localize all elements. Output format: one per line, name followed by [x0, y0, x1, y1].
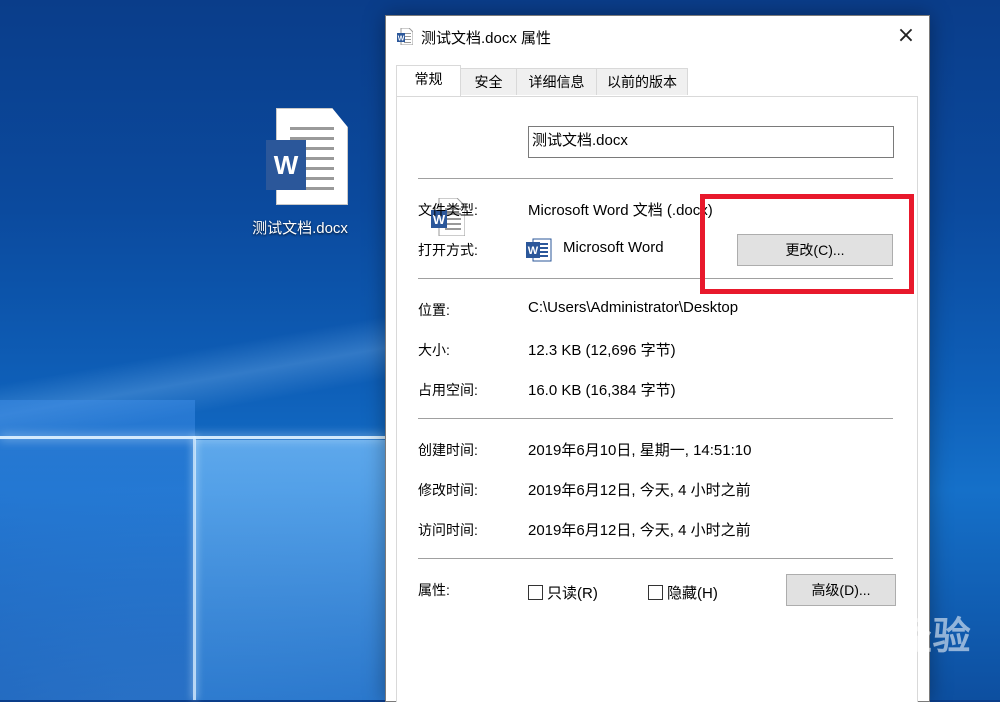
size-label: 大小: — [418, 342, 450, 358]
divider — [418, 558, 893, 559]
word-app-icon: W — [526, 238, 552, 262]
size-on-disk-value: 16.0 KB (16,384 字节) — [528, 382, 676, 399]
tab-general[interactable]: 常规 — [396, 65, 461, 96]
location-label: 位置: — [418, 302, 450, 318]
highlight-annotation-box — [700, 194, 914, 294]
svg-text:W: W — [528, 245, 539, 257]
advanced-button[interactable]: 高级(D)... — [786, 574, 896, 606]
size-value: 12.3 KB (12,696 字节) — [528, 342, 676, 359]
watermark-url: jingyan.baidu.com — [760, 658, 906, 678]
properties-dialog: W 测试文档.docx 属性 × 常规 安全 详细信息 以前的版本 W 测试文档… — [385, 15, 930, 702]
readonly-checkbox[interactable] — [528, 585, 543, 600]
location-value: C:\Users\Administrator\Desktop — [528, 299, 739, 316]
hidden-checkbox[interactable] — [648, 585, 663, 600]
opens-with-value: Microsoft Word — [563, 239, 664, 256]
divider — [418, 418, 893, 419]
modified-label: 修改时间: — [418, 482, 478, 498]
file-name-input[interactable]: 测试文档.docx — [528, 126, 894, 158]
accessed-value: 2019年6月12日, 今天, 4 小时之前 — [528, 522, 751, 539]
close-icon: × — [896, 23, 916, 48]
windows-logo-pane-right — [195, 440, 385, 700]
watermark-main: Bai du 经验 — [760, 616, 972, 658]
modified-value: 2019年6月12日, 今天, 4 小时之前 — [528, 482, 751, 499]
tab-security[interactable]: 安全 — [460, 68, 517, 95]
tab-details[interactable]: 详细信息 — [516, 68, 597, 95]
desktop-file-icon[interactable]: W 测试文档.docx — [240, 105, 360, 238]
readonly-label[interactable]: 只读(R) — [547, 582, 598, 603]
size-on-disk-label: 占用空间: — [418, 382, 478, 398]
light-beam-vertical — [193, 436, 196, 700]
desktop-file-label: 测试文档.docx — [252, 220, 348, 237]
windows-logo-pane-left — [0, 400, 195, 700]
dialog-title: 测试文档.docx 属性 — [421, 30, 552, 47]
tab-previous-versions[interactable]: 以前的版本 — [596, 68, 688, 95]
file-type-label: 文件类型: — [418, 202, 478, 218]
baidu-watermark: Bai du 经验 jingyan.baidu.com — [760, 605, 972, 679]
attributes-label: 属性: — [418, 582, 450, 598]
hidden-label[interactable]: 隐藏(H) — [667, 582, 718, 603]
created-label: 创建时间: — [418, 442, 478, 458]
opens-with-label: 打开方式: — [418, 242, 478, 258]
svg-text:W: W — [398, 36, 405, 43]
title-bar[interactable]: W 测试文档.docx 属性 × — [386, 16, 929, 56]
created-value: 2019年6月10日, 星期一, 14:51:10 — [528, 442, 752, 459]
accessed-label: 访问时间: — [418, 522, 478, 538]
close-button[interactable]: × — [883, 16, 929, 56]
word-document-icon: W — [254, 105, 348, 205]
word-file-icon: W — [397, 28, 413, 45]
file-type-value: Microsoft Word 文档 (.docx) — [528, 202, 713, 219]
divider — [418, 178, 893, 179]
